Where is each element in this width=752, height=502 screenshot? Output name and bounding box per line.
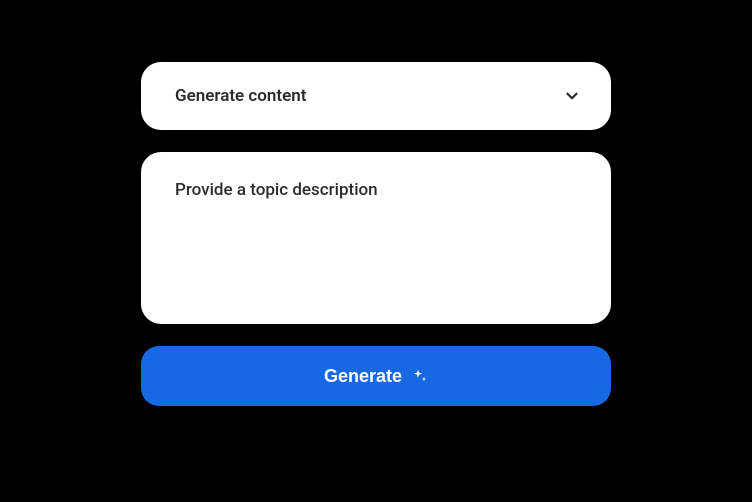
- topic-description-input[interactable]: [175, 180, 577, 296]
- generate-button[interactable]: Generate: [141, 346, 611, 406]
- topic-description-container: [141, 152, 611, 324]
- content-type-dropdown[interactable]: Generate content: [141, 62, 611, 130]
- generate-button-label: Generate: [324, 366, 402, 387]
- sparkle-icon: [412, 368, 428, 384]
- dropdown-label: Generate content: [175, 86, 306, 106]
- chevron-down-icon: [563, 87, 581, 105]
